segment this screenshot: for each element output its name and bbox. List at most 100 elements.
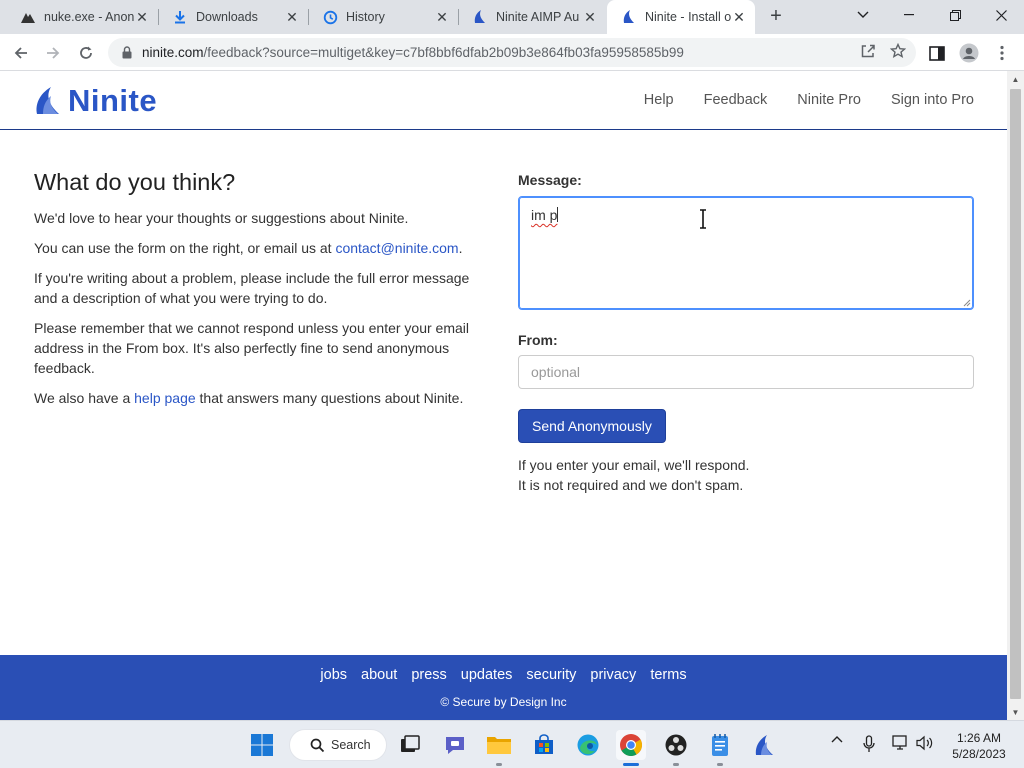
- running-indicator: [496, 763, 502, 766]
- copyright: © Secure by Design Inc: [440, 695, 567, 709]
- teams-chat-button[interactable]: [440, 730, 470, 760]
- footer-link-press[interactable]: press: [411, 667, 446, 683]
- profile-button[interactable]: [958, 42, 980, 64]
- help-page-link[interactable]: help page: [134, 390, 196, 406]
- nav-sign-into-pro[interactable]: Sign into Pro: [891, 92, 974, 108]
- taskbar-clock[interactable]: 1:26 AM 5/28/2023: [944, 730, 1014, 762]
- ninite-taskbar-button[interactable]: [749, 730, 779, 760]
- file-explorer-button[interactable]: [484, 730, 514, 766]
- reload-button[interactable]: [73, 40, 99, 66]
- microphone-button[interactable]: [861, 735, 877, 753]
- close-icon: [995, 9, 1007, 21]
- problem-text: If you're writing about a problem, pleas…: [34, 270, 470, 306]
- footer-link-jobs[interactable]: jobs: [320, 667, 347, 683]
- browser-tab-downloads[interactable]: Downloads ✕: [158, 0, 308, 34]
- tab-title: History: [346, 10, 385, 24]
- chevron-down-icon: [857, 11, 869, 18]
- browser-toolbar: ninite.com/feedback?source=multiget&key=…: [0, 34, 1024, 71]
- url-host: ninite.com: [142, 45, 204, 60]
- bookmark-star-icon[interactable]: [889, 42, 907, 64]
- reload-icon: [80, 46, 92, 59]
- minimize-button[interactable]: [886, 0, 932, 30]
- footer-link-terms[interactable]: terms: [650, 667, 686, 683]
- clock-date: 5/28/2023: [952, 747, 1006, 761]
- from-email-input[interactable]: [518, 355, 974, 389]
- address-bar[interactable]: ninite.com/feedback?source=multiget&key=…: [108, 38, 916, 67]
- footer-link-security[interactable]: security: [526, 667, 576, 683]
- message-textarea[interactable]: im p: [518, 196, 974, 310]
- url-path: /feedback?source=multiget&key=c7bf8bbf6d…: [203, 45, 684, 60]
- email-text-suffix: .: [458, 240, 463, 256]
- show-hidden-icons-button[interactable]: [829, 735, 845, 743]
- start-button[interactable]: [247, 730, 277, 760]
- task-view-icon: [401, 735, 420, 752]
- browser-tab-ninite-feedback[interactable]: Ninite - Install o ✕: [607, 0, 755, 34]
- share-icon[interactable]: [860, 43, 876, 64]
- close-icon[interactable]: ✕: [134, 9, 150, 25]
- close-window-button[interactable]: [978, 0, 1024, 30]
- page-scrollbar[interactable]: ▲ ▼: [1007, 71, 1024, 720]
- scroll-down-icon[interactable]: ▼: [1007, 704, 1024, 720]
- obs-button[interactable]: [661, 730, 691, 766]
- volume-button[interactable]: [915, 735, 935, 751]
- folder-icon: [487, 737, 511, 754]
- forward-button[interactable]: [40, 40, 66, 66]
- close-icon[interactable]: ✕: [582, 9, 598, 25]
- resize-grip-icon[interactable]: [963, 299, 971, 307]
- restore-button[interactable]: [932, 0, 978, 30]
- ninite-logo-icon: [36, 87, 59, 114]
- tab-title: Ninite - Install o: [645, 10, 731, 24]
- close-icon[interactable]: ✕: [284, 9, 300, 25]
- scrollbar-thumb[interactable]: [1010, 89, 1021, 699]
- running-indicator: [717, 763, 723, 766]
- footer-link-about[interactable]: about: [361, 667, 397, 683]
- close-icon[interactable]: ✕: [434, 9, 450, 25]
- browser-tab-history[interactable]: History ✕: [308, 0, 458, 34]
- send-anonymously-button[interactable]: Send Anonymously: [518, 409, 666, 443]
- side-panel-button[interactable]: [926, 42, 948, 64]
- nav-feedback[interactable]: Feedback: [704, 92, 768, 108]
- nav-help[interactable]: Help: [644, 92, 674, 108]
- chrome-button[interactable]: [616, 730, 646, 766]
- edge-button[interactable]: [573, 730, 603, 760]
- email-note: If you enter your email, we'll respond. …: [518, 455, 974, 495]
- download-icon: [172, 9, 188, 25]
- search-icon: [310, 738, 325, 752]
- running-indicator: [673, 763, 679, 766]
- footer-link-updates[interactable]: updates: [461, 667, 513, 683]
- more-vert-icon: [1000, 45, 1004, 61]
- chevron-up-icon: [831, 736, 843, 743]
- contact-email-link[interactable]: contact@ninite.com: [335, 240, 458, 256]
- site-footer: jobs about press updates security privac…: [0, 655, 1007, 720]
- search-label: Search: [331, 738, 371, 752]
- chat-icon: [446, 737, 464, 754]
- microsoft-store-button[interactable]: [529, 730, 559, 760]
- tab-title: Ninite AIMP Au: [496, 10, 580, 24]
- browser-tab-ninite-aimp[interactable]: Ninite AIMP Au ✕: [458, 0, 606, 34]
- nuke-site-icon: [20, 9, 36, 25]
- ninite-logo[interactable]: Ninite: [34, 83, 157, 119]
- network-button[interactable]: [891, 735, 911, 751]
- footer-link-privacy[interactable]: privacy: [590, 667, 636, 683]
- task-view-button[interactable]: [395, 730, 425, 760]
- tab-search-button[interactable]: [840, 0, 886, 30]
- notepad-button[interactable]: [705, 730, 735, 766]
- message-value: im p: [531, 207, 558, 223]
- menu-button[interactable]: [991, 42, 1013, 64]
- nav-ninite-pro[interactable]: Ninite Pro: [797, 92, 861, 108]
- email-text-prefix: You can use the form on the right, or em…: [34, 240, 336, 256]
- close-icon[interactable]: ✕: [731, 9, 747, 25]
- browser-tab-nuke[interactable]: nuke.exe - Anon ✕: [6, 0, 158, 34]
- taskbar-search[interactable]: Search: [289, 729, 387, 761]
- help-text: We also have a help page that answers ma…: [34, 388, 484, 408]
- speaker-icon: [916, 735, 933, 751]
- site-header: Ninite Help Feedback Ninite Pro Sign int…: [0, 71, 1007, 130]
- arrow-right-icon: [47, 47, 60, 59]
- microphone-icon: [863, 735, 875, 752]
- new-tab-button[interactable]: +: [764, 5, 788, 29]
- scroll-up-icon[interactable]: ▲: [1007, 71, 1024, 87]
- avatar-icon: [959, 43, 979, 63]
- reminder-text: Please remember that we cannot respond u…: [34, 320, 470, 376]
- arrow-left-icon: [14, 47, 27, 59]
- back-button[interactable]: [8, 40, 34, 66]
